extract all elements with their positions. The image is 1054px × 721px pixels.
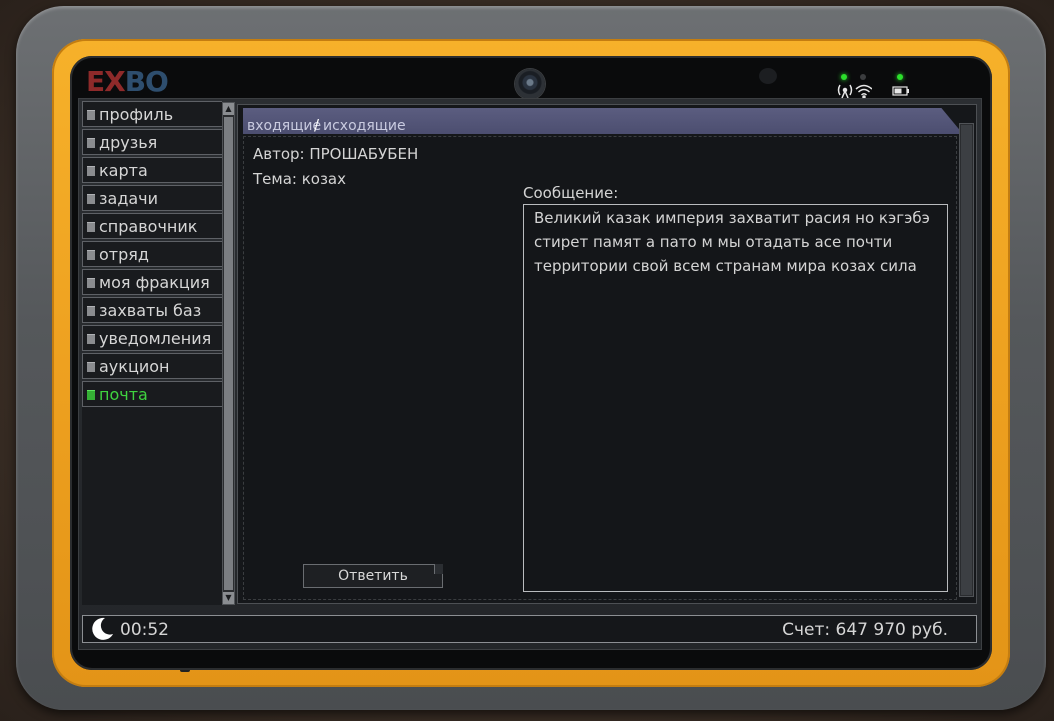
bullet-icon bbox=[87, 165, 95, 176]
scroll-up-icon[interactable]: ▲ bbox=[223, 103, 234, 115]
sidebar-item-label: задачи bbox=[99, 188, 159, 208]
logo-left: EX bbox=[86, 64, 126, 98]
sidebar-item-label: отряд bbox=[99, 244, 149, 264]
bullet-icon bbox=[87, 137, 95, 148]
logo-right: BO bbox=[124, 64, 169, 98]
moon-icon bbox=[92, 617, 113, 640]
light-sensor bbox=[759, 68, 777, 84]
sidebar-item-label: захваты баз bbox=[99, 300, 202, 320]
bullet-icon bbox=[87, 109, 95, 120]
sidebar-item-reference[interactable]: справочник bbox=[82, 213, 223, 239]
sidebar-item-profile[interactable]: профиль bbox=[82, 101, 223, 127]
sidebar-item-mail[interactable]: почта bbox=[82, 381, 223, 407]
sidebar-background bbox=[82, 407, 222, 605]
camera-icon bbox=[515, 69, 545, 99]
sidebar-item-label: справочник bbox=[99, 216, 198, 236]
scroll-down-icon[interactable]: ▼ bbox=[223, 592, 234, 604]
sidebar-item-label: моя фракция bbox=[99, 272, 210, 292]
sidebar-item-notifications[interactable]: уведомления bbox=[82, 325, 223, 351]
message-label: Сообщение: bbox=[523, 184, 619, 202]
bullet-icon bbox=[87, 221, 95, 232]
scrollbar-thumb[interactable] bbox=[224, 117, 233, 590]
tab-outgoing[interactable]: исходящие bbox=[323, 118, 406, 134]
bullet-icon bbox=[87, 389, 95, 400]
status-led bbox=[860, 74, 866, 80]
sidebar-item-base-captures[interactable]: захваты баз bbox=[82, 297, 223, 323]
scrollbar-track[interactable] bbox=[961, 125, 972, 595]
wifi-signal-icon bbox=[837, 84, 872, 99]
bullet-icon bbox=[87, 277, 95, 288]
clock-time: 00:52 bbox=[120, 620, 169, 640]
bullet-icon bbox=[87, 361, 95, 372]
bullet-icon bbox=[87, 305, 95, 316]
sidebar-item-label: друзья bbox=[99, 132, 158, 152]
reply-button[interactable]: Ответить bbox=[303, 564, 443, 588]
sidebar-item-label: профиль bbox=[99, 104, 174, 124]
tab-separator: / bbox=[314, 116, 320, 134]
sidebar-item-map[interactable]: карта bbox=[82, 157, 223, 183]
tab-incoming[interactable]: входящие bbox=[247, 118, 321, 134]
message-body: Великий казак империя захватит расия но … bbox=[523, 204, 948, 592]
battery-icon bbox=[892, 86, 909, 96]
sidebar-item-label: уведомления bbox=[99, 328, 212, 348]
sidebar-nav: профиль друзья карта задачи справочник о… bbox=[82, 101, 223, 409]
sidebar-item-label: аукцион bbox=[99, 356, 170, 376]
sidebar-item-faction[interactable]: моя фракция bbox=[82, 269, 223, 295]
message-author: Автор: ПРОШАБУБЕН bbox=[253, 145, 419, 163]
message-subject: Тема: козах bbox=[253, 170, 347, 188]
sidebar-item-label: почта bbox=[99, 384, 148, 404]
bullet-icon bbox=[87, 193, 95, 204]
bullet-icon bbox=[87, 333, 95, 344]
sidebar-item-label: карта bbox=[99, 160, 148, 180]
sidebar-item-auction[interactable]: аукцион bbox=[82, 353, 223, 379]
bullet-icon bbox=[87, 249, 95, 260]
status-led bbox=[897, 74, 903, 80]
sidebar-scrollbar[interactable]: ▲ ▼ bbox=[222, 102, 235, 605]
message-scrollbar[interactable] bbox=[959, 123, 974, 597]
exbo-logo: EX BO bbox=[86, 64, 169, 98]
sidebar-item-friends[interactable]: друзья bbox=[82, 129, 223, 155]
status-led bbox=[841, 74, 847, 80]
sidebar-item-squad[interactable]: отряд bbox=[82, 241, 223, 267]
account-balance: Счет: 647 970 руб. bbox=[782, 620, 948, 640]
sidebar-item-tasks[interactable]: задачи bbox=[82, 185, 223, 211]
